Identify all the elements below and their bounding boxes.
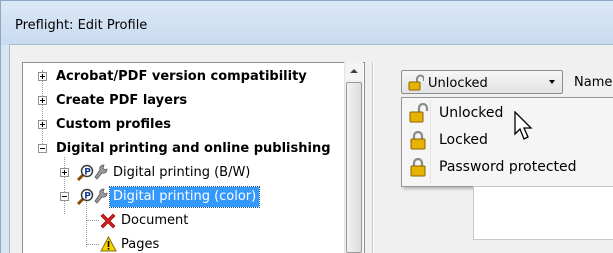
tree-item[interactable]: Digital printing and online publishing bbox=[23, 139, 343, 159]
lock-dropdown-value: Unlocked bbox=[428, 76, 488, 91]
magnifier-icon: P bbox=[75, 164, 95, 185]
tree-item-selected[interactable]: P Digital printing (color) bbox=[23, 186, 343, 209]
warning-triangle-icon bbox=[100, 235, 117, 253]
menu-item-label: Password protected bbox=[439, 159, 577, 175]
menu-item-password-protected[interactable]: Password protected bbox=[404, 155, 612, 179]
chevron-down-icon bbox=[549, 80, 555, 84]
lock-closed-icon bbox=[409, 157, 429, 180]
expand-plus-icon[interactable] bbox=[38, 72, 47, 81]
wrench-icon bbox=[93, 164, 109, 185]
svg-text:P: P bbox=[84, 167, 91, 177]
menu-item-label: Locked bbox=[439, 132, 488, 148]
mouse-pointer-icon bbox=[513, 110, 539, 146]
collapse-minus-icon[interactable] bbox=[60, 192, 69, 201]
tree-item-label: Acrobat/PDF version compatibility bbox=[56, 69, 307, 84]
menu-item-locked[interactable]: Locked bbox=[404, 128, 612, 152]
error-x-icon bbox=[100, 213, 116, 232]
tree-item[interactable]: Create PDF layers bbox=[23, 91, 343, 111]
tree-scrollbar[interactable] bbox=[344, 62, 363, 253]
tree-item-label: Digital printing (B/W) bbox=[113, 165, 251, 180]
lock-dropdown-menu: Unlocked Locked Password protected bbox=[401, 97, 613, 187]
tree-item[interactable]: Acrobat/PDF version compatibility bbox=[23, 67, 343, 87]
menu-item-label: Unlocked bbox=[439, 105, 504, 121]
tree-item[interactable]: P Digital printing (B/W) bbox=[23, 163, 343, 183]
scroll-thumb[interactable] bbox=[346, 82, 362, 253]
tree-item-label: Pages bbox=[121, 237, 160, 252]
menu-item-unlocked[interactable]: Unlocked bbox=[404, 101, 612, 125]
tree-item[interactable]: Document bbox=[23, 211, 343, 231]
lock-status-dropdown[interactable]: Unlocked bbox=[401, 70, 563, 94]
tree-item-label: Document bbox=[121, 213, 189, 228]
lock-open-icon bbox=[409, 102, 429, 126]
title-bar[interactable]: Preflight: Edit Profile bbox=[1, 1, 613, 45]
description-field[interactable] bbox=[473, 186, 613, 240]
magnifier-icon: P bbox=[75, 188, 95, 209]
profile-tree[interactable]: Acrobat/PDF version compatibility Create… bbox=[22, 62, 365, 253]
tree-item[interactable]: Custom profiles bbox=[23, 115, 343, 135]
tree-item-label: Digital printing and online publishing bbox=[56, 141, 331, 156]
lock-open-icon bbox=[408, 74, 425, 94]
name-label: Name: bbox=[574, 75, 613, 90]
lock-closed-icon bbox=[409, 130, 429, 153]
tree-item-label: Custom profiles bbox=[56, 117, 172, 132]
expand-plus-icon[interactable] bbox=[38, 96, 47, 105]
tree-item-label: Digital printing (color) bbox=[108, 186, 261, 208]
svg-text:P: P bbox=[84, 191, 91, 201]
expand-plus-icon[interactable] bbox=[60, 168, 69, 177]
panel-divider-highlight bbox=[373, 62, 374, 253]
expand-plus-icon[interactable] bbox=[38, 120, 47, 129]
wrench-icon bbox=[93, 188, 109, 209]
tree-item-label: Create PDF layers bbox=[56, 93, 188, 108]
scroll-up-arrow-icon[interactable] bbox=[345, 63, 363, 80]
collapse-minus-icon[interactable] bbox=[38, 144, 47, 153]
window-title: Preflight: Edit Profile bbox=[15, 18, 148, 33]
tree-item[interactable]: Pages bbox=[23, 235, 343, 253]
